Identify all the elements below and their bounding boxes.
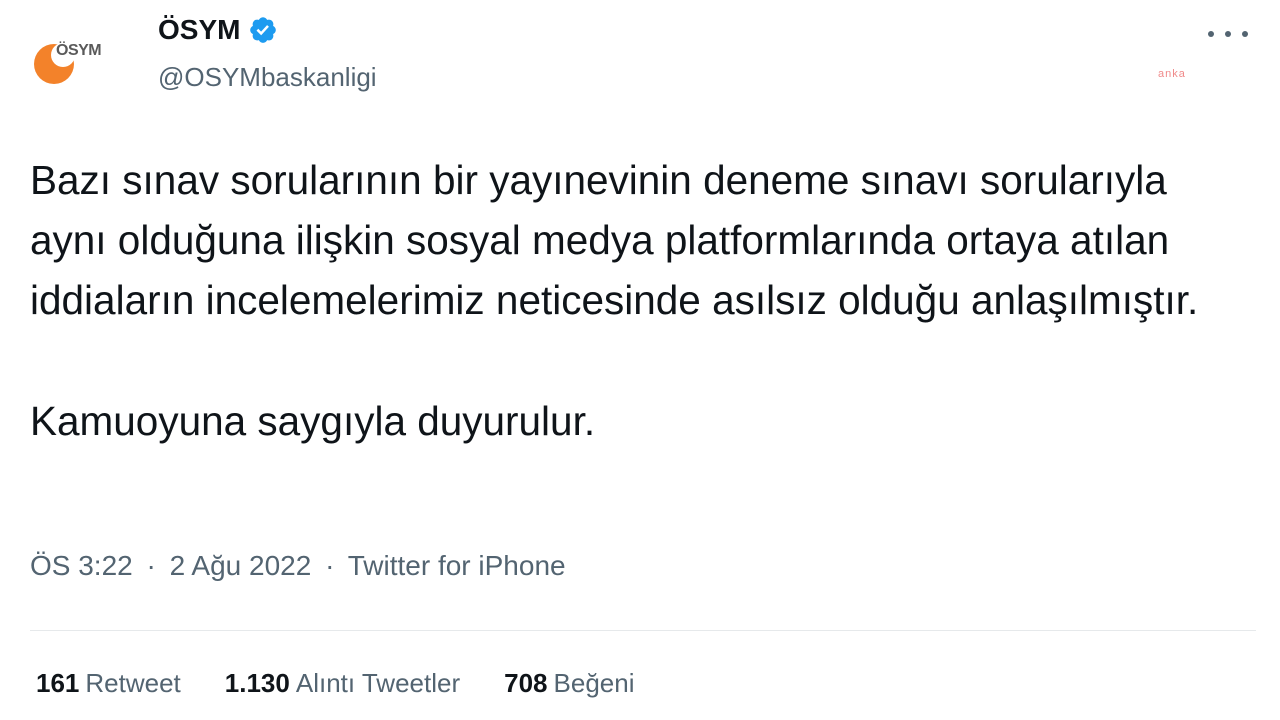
author-handle[interactable]: @OSYMbaskanligi: [158, 62, 377, 93]
divider: [30, 630, 1256, 631]
logo-text: ÖSYM: [56, 42, 102, 59]
quote-tweet-count[interactable]: 1.130 Alıntı Tweetler: [225, 668, 460, 699]
separator: ·: [325, 550, 335, 581]
watermark: anka: [1158, 68, 1186, 80]
more-options-icon[interactable]: [1208, 22, 1248, 46]
tweet-text: Bazı sınav sorularının bir yayınevinin d…: [30, 150, 1250, 451]
tweet-paragraph: Bazı sınav sorularının bir yayınevinin d…: [30, 157, 1199, 323]
engagement-stats: 161 Retweet 1.130 Alıntı Tweetler 708 Beğen…: [36, 668, 678, 699]
retweet-count-value: 161: [36, 668, 80, 698]
quote-label: Alıntı Tweetler: [295, 668, 461, 698]
tweet-time[interactable]: ÖS 3:22: [30, 550, 133, 581]
tweet-paragraph: Kamuoyuna saygıyla duyurulur.: [30, 398, 596, 444]
like-label: Beğeni: [553, 668, 635, 698]
like-count[interactable]: 708 Beğeni: [504, 668, 634, 699]
author-display-name[interactable]: ÖSYM: [158, 14, 240, 46]
like-count-value: 708: [504, 668, 548, 698]
tweet-card: ÖSYM ÖSYM @OSYMbaskanligi anka Bazı sına…: [0, 0, 1280, 720]
tweet-metadata: ÖS 3:22 · 2 Ağu 2022 · Twitter for iPhon…: [30, 550, 566, 582]
retweet-count[interactable]: 161 Retweet: [36, 668, 181, 699]
avatar[interactable]: ÖSYM: [30, 36, 102, 96]
separator: ·: [146, 550, 156, 581]
verified-badge-icon: [248, 15, 278, 45]
tweet-source[interactable]: Twitter for iPhone: [348, 550, 566, 581]
quote-count-value: 1.130: [224, 668, 290, 698]
tweet-date[interactable]: 2 Ağu 2022: [170, 550, 312, 581]
author-name-row[interactable]: ÖSYM: [158, 14, 278, 46]
retweet-label: Retweet: [85, 668, 181, 698]
